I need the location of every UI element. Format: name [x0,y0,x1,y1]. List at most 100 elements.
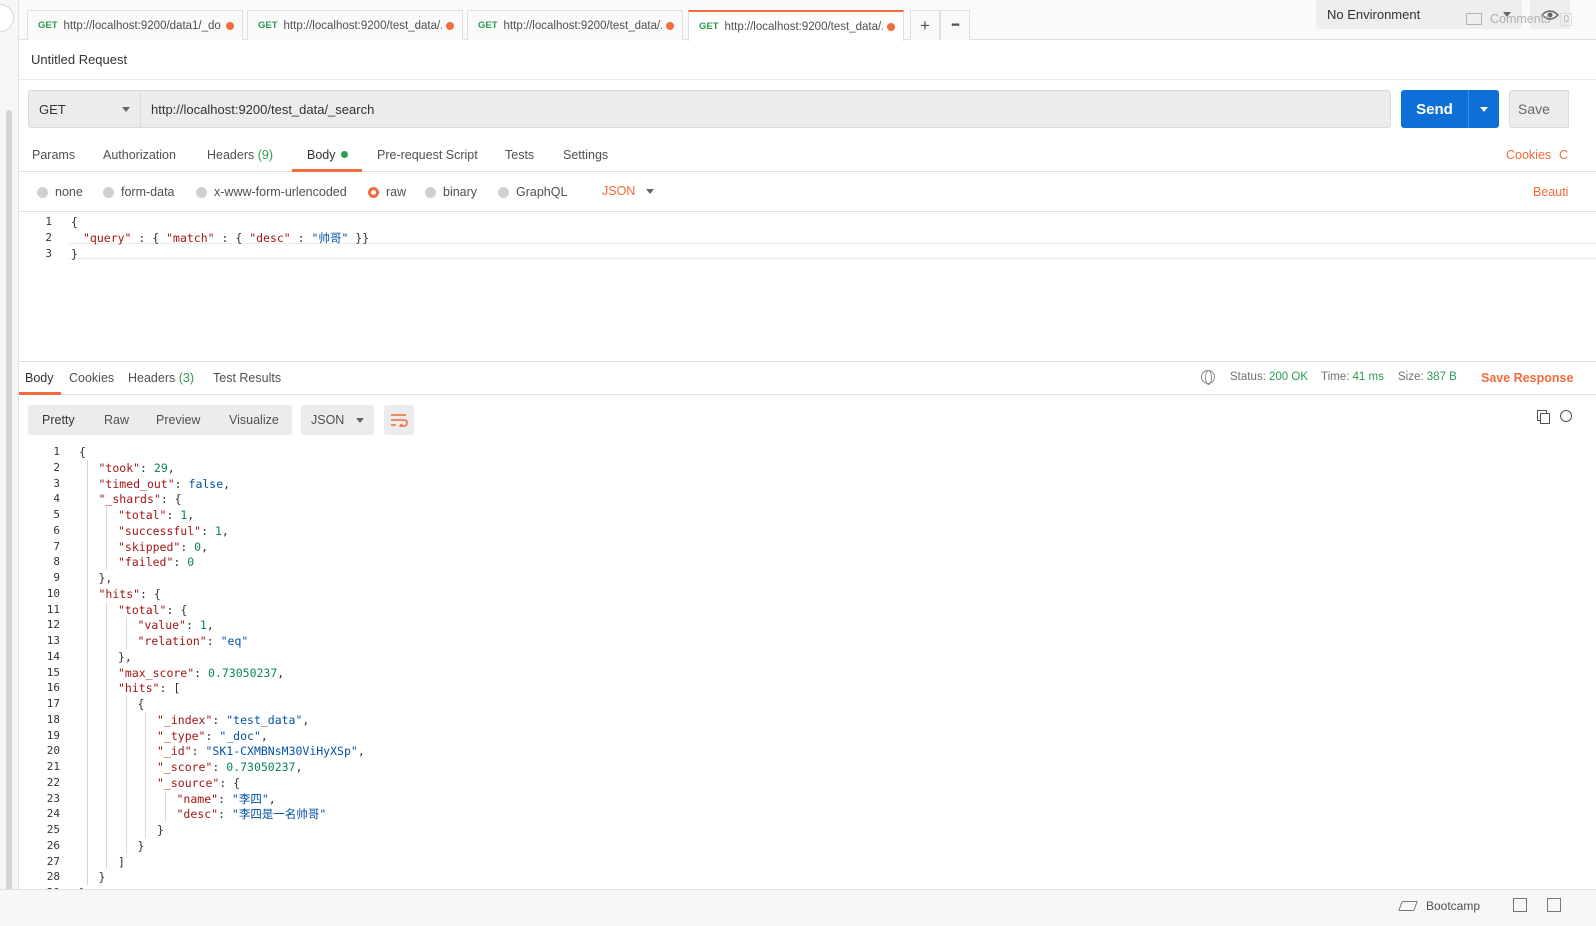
request-tab-active[interactable]: GET http://localhost:9200/test_data/... [688,10,904,41]
beautify-link[interactable]: Beauti [1533,185,1568,199]
line-number: 15 [46,665,60,679]
radio-urlencoded-label: x-www-form-urlencoded [214,185,347,199]
radio-binary-label: binary [443,185,478,199]
line-number: 12 [46,618,60,632]
tab-method: GET [699,21,719,32]
code-line: ] [118,854,125,870]
resp-tab-cookies[interactable]: Cookies [69,371,114,385]
tab-settings[interactable]: Settings [563,148,608,162]
sidebar-toggle[interactable] [0,4,14,32]
json-punct: , [277,665,285,680]
request-tab[interactable]: GET http://localhost:9200/test_data/... [467,10,683,40]
line-number: 8 [53,555,60,569]
send-button[interactable]: Send [1401,90,1499,128]
comments-label: Comments [1490,12,1551,26]
code-link[interactable]: C [1559,148,1568,162]
json-string: "帅哥" [311,231,349,245]
bootcamp-label: Bootcamp [1426,899,1481,913]
json-number: 0.73050237 [208,665,278,680]
request-title[interactable]: Untitled Request [31,52,127,67]
layout-icon[interactable] [1513,898,1527,912]
comments-button[interactable]: Comments 0 [1466,12,1572,26]
code-line: "_index": "test_data", [157,712,309,728]
tab-authorization[interactable]: Authorization [103,148,176,162]
json-key: "query" [83,231,132,245]
tab-headers[interactable]: Headers (9) [207,148,273,162]
tab-method: GET [38,20,58,31]
time-value[interactable]: 41 ms [1353,371,1384,383]
method-select[interactable]: GET [28,90,140,128]
resp-tab-test-results[interactable]: Test Results [213,371,281,385]
request-tab[interactable]: GET http://localhost:9200/data1/_do... [27,10,243,40]
json-key: "successful" [118,523,202,538]
tab-params[interactable]: Params [32,148,75,162]
radio-none[interactable]: none [37,185,83,199]
json-punct: , [302,712,310,727]
copy-icon[interactable] [1537,410,1551,424]
size-value[interactable]: 387 B [1427,371,1457,383]
url-input[interactable]: http://localhost:9200/test_data/_search [140,90,1391,128]
view-pretty[interactable]: Pretty [42,413,75,427]
json-key: "took" [98,460,141,475]
indent-guide [106,601,107,870]
radio-graphql[interactable]: GraphQL [498,185,567,199]
body-format-value: JSON [602,184,636,198]
code-line: "_source": { [157,775,240,791]
send-options-button[interactable] [1469,106,1499,112]
view-visualize[interactable]: Visualize [229,413,279,427]
two-pane-icon[interactable] [1547,898,1561,912]
radio-urlencoded[interactable]: x-www-form-urlencoded [196,185,347,199]
bootcamp-button[interactable]: Bootcamp [1398,899,1481,913]
status-footer: Bootcamp [0,889,1596,926]
radio-none-label: none [55,185,83,199]
line-number: 14 [46,649,60,663]
chevron-down-icon [122,106,130,112]
json-punct: : [140,460,154,475]
request-body-editor[interactable]: 1 2 3 { "query" : { "match" : { "desc" :… [19,212,1596,362]
globe-icon[interactable] [1201,370,1215,385]
scrollbar[interactable] [6,110,12,900]
search-icon[interactable] [1560,410,1572,422]
resp-tab-body[interactable]: Body [25,371,54,385]
line-number: 3 [53,476,60,490]
radio-form-data[interactable]: form-data [103,185,175,199]
json-punct: : { [214,231,250,245]
tab-options-button[interactable]: ••• [940,10,970,40]
body-type-row: none form-data x-www-form-urlencoded raw… [19,172,1596,212]
status-value[interactable]: 200 OK [1269,371,1308,383]
json-punct: : [185,618,200,633]
line-number: 21 [46,760,60,773]
cookies-link[interactable]: Cookies [1506,148,1551,162]
tab-tests[interactable]: Tests [505,148,534,162]
request-tab[interactable]: GET http://localhost:9200/test_data/... [247,10,463,40]
body-format-select[interactable]: JSON [602,184,654,198]
new-tab-button[interactable]: + [910,10,940,40]
tab-prerequest-script[interactable]: Pre-request Script [377,148,478,162]
chevron-down-icon [1480,106,1488,112]
tab-headers-label: Headers [207,148,255,162]
line-number: 20 [46,744,60,758]
json-key: "name" [176,791,219,806]
resp-tab-headers[interactable]: Headers (3) [128,371,194,385]
response-body-viewer[interactable]: 1 {2 "took": 29, 3 "timed_out": false, 4 "_sha… [19,443,1596,889]
line-number: 28 [46,870,60,884]
view-raw[interactable]: Raw [104,413,129,427]
save-button[interactable]: Save [1509,90,1569,128]
tab-method: GET [258,20,278,31]
line-number: 1 [45,215,52,228]
wrap-lines-button[interactable] [384,405,414,435]
tab-method: GET [478,20,498,31]
radio-binary[interactable]: binary [425,185,477,199]
response-format-select[interactable]: JSON [301,405,374,435]
json-punct: : [ [159,681,181,696]
json-punct: : { [166,602,188,617]
code-line: "took": 29, [99,460,175,476]
tab-body[interactable]: Body [307,148,348,162]
view-preview[interactable]: Preview [156,413,200,427]
code-line: "total": { [118,602,187,618]
code-line: } [157,822,164,838]
save-response-button[interactable]: Save Response [1481,371,1573,385]
radio-raw[interactable]: raw [368,185,406,199]
json-key: "total" [118,602,167,617]
comment-icon [1466,13,1482,25]
